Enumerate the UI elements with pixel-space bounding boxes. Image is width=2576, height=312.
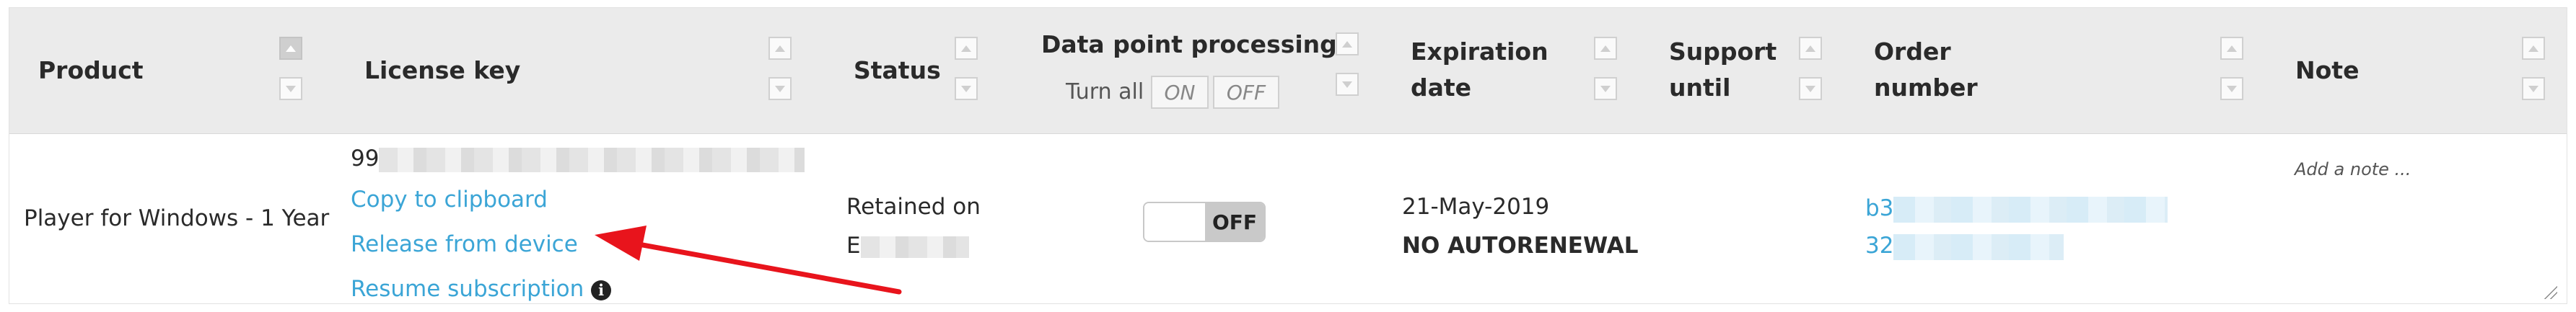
license-page: Product License key Status Data point pr… bbox=[0, 0, 2576, 312]
arrow-head-icon bbox=[595, 226, 647, 261]
annotation-arrow bbox=[595, 226, 902, 295]
arrow-shaft bbox=[632, 241, 902, 295]
